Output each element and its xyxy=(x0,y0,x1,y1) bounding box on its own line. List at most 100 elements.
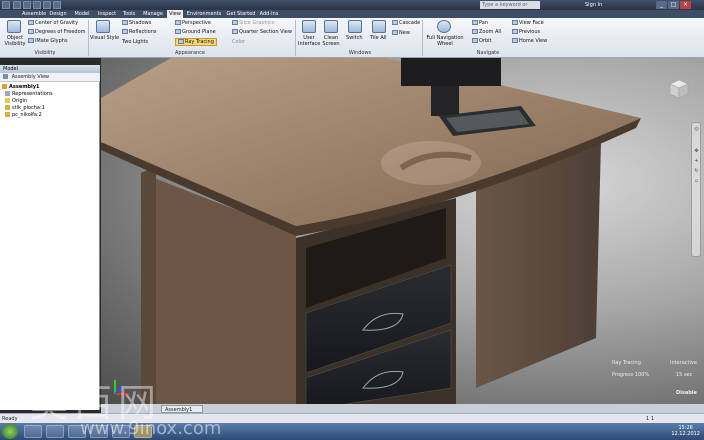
reflections-icon xyxy=(122,29,128,34)
new-window-button[interactable]: New xyxy=(392,30,410,36)
imate-glyphs-button[interactable]: iMate Glyphs xyxy=(28,38,68,44)
ground-plane-button[interactable]: Ground Plane xyxy=(175,29,216,35)
look-at-icon[interactable]: ▫ xyxy=(694,179,699,184)
ray-tracing-button[interactable]: Ray Tracing xyxy=(175,38,217,46)
minimize-button[interactable]: _ xyxy=(656,1,667,9)
filter-icon[interactable] xyxy=(3,74,8,79)
save-icon[interactable] xyxy=(33,1,41,9)
title-bar: Type a keyword or phrase Sign In _ □ × xyxy=(0,0,704,16)
slice-graphics-icon xyxy=(232,20,238,25)
navigation-wheel-icon[interactable] xyxy=(437,20,451,33)
degrees-of-freedom-button[interactable]: Degrees of Freedom xyxy=(28,29,86,35)
visual-style-button[interactable]: Visual Style xyxy=(90,35,119,41)
orbit-button[interactable]: Orbit xyxy=(472,38,492,44)
center-of-gravity-button[interactable]: Center of Gravity xyxy=(28,20,78,26)
undo-icon[interactable] xyxy=(43,1,51,9)
reflections-button[interactable]: Reflections xyxy=(122,29,156,35)
ray-tracing-icon xyxy=(178,39,184,44)
clean-screen-icon[interactable] xyxy=(324,20,338,33)
tab-inspect[interactable]: Inspect xyxy=(96,10,118,18)
assembly-view-dropdown[interactable]: Assembly View xyxy=(12,74,50,80)
assembly-icon xyxy=(2,84,7,89)
pan-icon xyxy=(472,20,478,25)
model-browser: Model Assembly View Assembly1 Representa… xyxy=(0,65,100,410)
system-clock[interactable]: 15:26 12.12.2012 xyxy=(671,425,700,437)
full-navigation-wheel-button[interactable]: Full Navigation Wheel xyxy=(425,35,465,47)
document-tab-assembly[interactable]: Assembly1 xyxy=(161,405,203,413)
pan-button[interactable]: Pan xyxy=(472,20,488,26)
tree-item-representations[interactable]: Representations xyxy=(5,91,53,98)
close-button[interactable]: × xyxy=(680,1,691,9)
representations-icon xyxy=(5,91,10,96)
view-face-button[interactable]: View Face xyxy=(512,20,544,26)
ribbon-tabs: Assemble Design Model Inspect Tools Mana… xyxy=(0,10,704,18)
tab-assemble[interactable]: Assemble xyxy=(22,10,46,18)
clock-date: 12.12.2012 xyxy=(671,431,700,437)
redo-icon[interactable] xyxy=(53,1,61,9)
ground-plane-icon xyxy=(175,29,181,34)
browser-header[interactable]: Model xyxy=(0,65,100,73)
switch-icon[interactable] xyxy=(348,20,362,33)
tab-view[interactable]: View xyxy=(167,10,183,18)
perspective-button[interactable]: Perspective xyxy=(175,20,211,26)
start-button[interactable] xyxy=(2,424,18,439)
tree-item-origin[interactable]: Origin xyxy=(5,98,27,105)
tab-environments[interactable]: Environments xyxy=(186,10,222,18)
home-view-button[interactable]: Home View xyxy=(512,38,547,44)
steering-wheel-icon[interactable]: ◎ xyxy=(694,127,699,132)
monitor-stand xyxy=(431,86,459,116)
clean-screen-button[interactable]: Clean Screen xyxy=(320,35,342,47)
quarter-section-button[interactable]: Quarter Section View xyxy=(232,29,292,35)
tree-item-assembly[interactable]: Assembly1 xyxy=(2,84,39,91)
user-interface-button[interactable]: User Interface xyxy=(298,35,320,47)
object-visibility-button[interactable]: Object Visibility xyxy=(3,35,27,47)
open-icon[interactable] xyxy=(23,1,31,9)
user-interface-icon[interactable] xyxy=(302,20,316,33)
tab-manage[interactable]: Manage xyxy=(141,10,165,18)
new-icon[interactable] xyxy=(13,1,21,9)
visual-style-icon[interactable] xyxy=(96,20,110,33)
tree-item-part[interactable]: stik_plocha:1 xyxy=(5,105,45,112)
graphics-viewport[interactable]: ◎ ✥ + ↻ ▫ Ray Tracing Interactive Progre… xyxy=(101,58,704,410)
lighting-dropdown[interactable]: Two Lights xyxy=(122,39,148,45)
tab-get-started[interactable]: Get Started xyxy=(226,10,256,18)
tab-tools[interactable]: Tools xyxy=(120,10,138,18)
ribbon-panel: Object Visibility Center of Gravity Degr… xyxy=(0,18,704,58)
switch-button[interactable]: Switch xyxy=(346,35,363,41)
tree-item-part[interactable]: pc_nikolfa:2 xyxy=(5,112,42,119)
zoom-icon[interactable]: + xyxy=(694,159,699,164)
search-input[interactable]: Type a keyword or phrase xyxy=(480,1,540,16)
shadows-button[interactable]: Shadows xyxy=(122,20,151,26)
tile-all-icon[interactable] xyxy=(372,20,386,33)
zoom-all-button[interactable]: Zoom All xyxy=(472,29,501,35)
separator xyxy=(88,20,89,56)
disable-ray-tracing-button[interactable]: Disable xyxy=(676,390,697,396)
appearance-panel-label: Appearance xyxy=(174,50,206,56)
orbit-icon[interactable]: ↻ xyxy=(694,169,699,174)
part-icon xyxy=(5,105,10,110)
status-text: Ready xyxy=(2,416,18,422)
ray-tracing-progress: Progress 100% xyxy=(612,372,650,378)
imate-glyphs-icon xyxy=(28,38,34,43)
tile-all-button[interactable]: Tile All xyxy=(370,35,387,41)
maximize-button[interactable]: □ xyxy=(668,1,679,9)
tab-design[interactable]: Design xyxy=(48,10,68,18)
ray-tracing-mode[interactable]: Interactive xyxy=(670,360,697,366)
object-visibility-icon[interactable] xyxy=(7,20,21,33)
color-dropdown[interactable]: Color xyxy=(232,39,245,45)
previous-view-button[interactable]: Previous xyxy=(512,29,540,35)
sign-in-link[interactable]: Sign In xyxy=(585,0,602,10)
cascade-button[interactable]: Cascade xyxy=(392,20,420,26)
app-menu-icon[interactable] xyxy=(2,1,10,9)
previous-view-icon xyxy=(512,29,518,34)
zoom-icon xyxy=(472,29,478,34)
new-window-icon xyxy=(392,30,398,35)
navigation-bar: ◎ ✥ + ↻ ▫ xyxy=(691,122,701,257)
viewcube-icon[interactable] xyxy=(668,78,690,100)
windows-panel-label: Windows xyxy=(348,50,372,56)
tab-model[interactable]: Model xyxy=(72,10,92,18)
pan-icon[interactable]: ✥ xyxy=(694,149,699,154)
slice-graphics-button[interactable]: Slice Graphics xyxy=(232,20,274,26)
tab-add-ins[interactable]: Add-Ins xyxy=(259,10,279,18)
quarter-section-icon xyxy=(232,29,238,34)
